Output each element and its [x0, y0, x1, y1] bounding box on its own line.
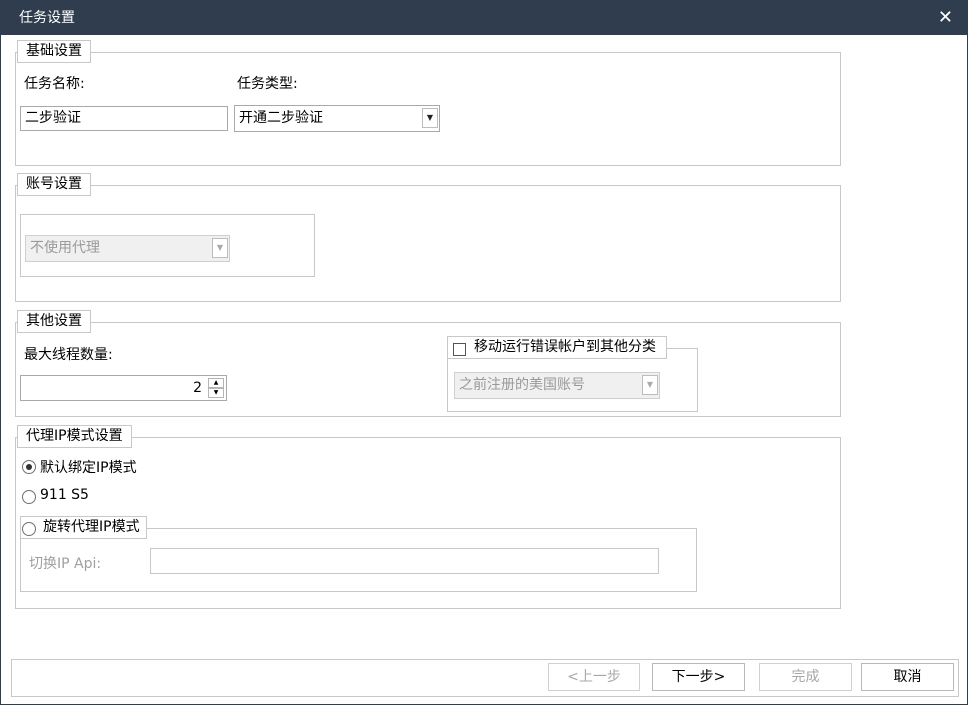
move-account-label: 移动运行错误帐户到其他分类 — [474, 339, 656, 355]
switch-ip-api-label: 切换IP Api: — [29, 556, 102, 572]
next-button[interactable]: 下一步> — [652, 663, 745, 691]
max-threads-label: 最大线程数量: — [24, 347, 113, 363]
account-settings-legend: 账号设置 — [17, 173, 91, 196]
task-type-label: 任务类型: — [237, 76, 298, 92]
rotate-proxy-legend: 旋转代理IP模式 — [20, 516, 147, 539]
switch-ip-api-input[interactable] — [150, 548, 659, 574]
move-account-checkbox[interactable] — [453, 343, 466, 356]
chevron-down-icon[interactable]: ▼ — [212, 238, 228, 258]
spin-down-icon[interactable]: ▼ — [208, 388, 224, 398]
task-name-label: 任务名称: — [24, 76, 85, 92]
radio-rotate-proxy[interactable] — [22, 522, 36, 536]
radio-default-bind-ip[interactable] — [22, 460, 36, 474]
radio-911-s5[interactable] — [22, 490, 36, 504]
chevron-down-icon[interactable]: ▼ — [422, 108, 438, 128]
task-type-select[interactable]: 开通二步验证 ▼ — [234, 105, 440, 132]
radio-911-s5-label[interactable]: 911 S5 — [40, 487, 89, 503]
proxy-select-value: 不使用代理 — [30, 240, 100, 256]
proxy-mode-legend: 代理IP模式设置 — [17, 425, 132, 448]
cancel-button[interactable]: 取消 — [861, 663, 954, 691]
prev-button[interactable]: <上一步 — [548, 663, 640, 691]
title-bar: 任务设置 ✕ — [1, 1, 967, 35]
radio-default-bind-ip-label[interactable]: 默认绑定IP模式 — [40, 457, 137, 477]
other-settings-group — [15, 322, 841, 417]
max-threads-stepper[interactable]: 2 ▲ ▼ — [20, 375, 227, 401]
proxy-select[interactable]: 不使用代理 ▼ — [25, 235, 230, 262]
task-name-input[interactable]: 二步验证 — [20, 106, 228, 131]
task-type-select-value: 开通二步验证 — [239, 110, 323, 126]
window-title: 任务设置 — [19, 10, 75, 26]
spin-up-icon[interactable]: ▲ — [208, 378, 224, 388]
close-icon[interactable]: ✕ — [938, 7, 953, 29]
chevron-down-icon[interactable]: ▼ — [642, 375, 658, 395]
category-select[interactable]: 之前注册的美国账号 ▼ — [454, 372, 660, 399]
move-account-legend: 移动运行错误帐户到其他分类 — [447, 336, 667, 359]
basic-settings-legend: 基础设置 — [17, 40, 91, 63]
radio-rotate-proxy-label[interactable]: 旋转代理IP模式 — [43, 519, 140, 535]
finish-button[interactable]: 完成 — [759, 663, 852, 691]
task-settings-dialog: 任务设置 ✕ 基础设置 任务名称: 任务类型: 二步验证 开通二步验证 ▼ 账号… — [0, 0, 968, 705]
category-select-value: 之前注册的美国账号 — [459, 377, 585, 393]
max-threads-value: 2 — [193, 380, 202, 396]
other-settings-legend: 其他设置 — [17, 310, 91, 333]
